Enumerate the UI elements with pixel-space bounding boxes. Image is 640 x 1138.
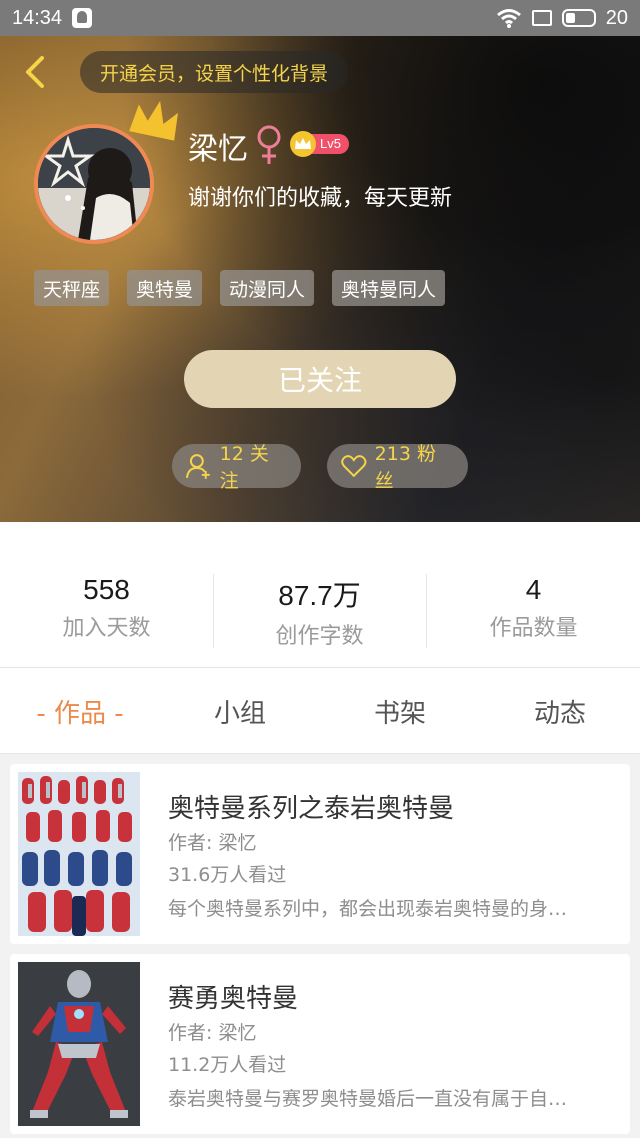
tag-item[interactable]: 天秤座 bbox=[34, 270, 110, 306]
work-author: 作者: 梁忆 bbox=[168, 1022, 257, 1044]
fans-button[interactable]: 213 粉丝 bbox=[327, 443, 468, 492]
stats-panel: 558 加入天数 87.7万 创作字数 4 作品数量 bbox=[0, 522, 640, 668]
tag-list: 天秤座 奥特曼 动漫同人 奥特曼同人 bbox=[34, 270, 446, 306]
work-author: 作者: 梁忆 bbox=[168, 832, 257, 854]
work-card[interactable]: 奥特曼系列之泰岩奥特曼 作者: 梁忆 31.6万人看过 每个奥特曼系列中，都会出… bbox=[10, 764, 630, 944]
profile-header: 开通会员，设置个性化背景 梁忆 Lv5 谢谢你们的收藏，每天更新 天秤座 奥特曼… bbox=[0, 36, 640, 522]
heart-icon bbox=[341, 455, 367, 478]
stat-label: 加入天数 bbox=[62, 616, 151, 641]
stat-label: 创作字数 bbox=[275, 624, 364, 649]
work-title: 奥特曼系列之泰岩奥特曼 bbox=[168, 794, 455, 824]
work-cover-image bbox=[18, 962, 140, 1126]
tab-groups[interactable]: 小组 bbox=[160, 668, 320, 754]
work-views: 11.2万人看过 bbox=[168, 1054, 287, 1076]
tab-activity[interactable]: 动态 bbox=[480, 668, 640, 754]
stat-value: 4 bbox=[525, 574, 542, 605]
status-time: 14:34 bbox=[12, 6, 63, 29]
avatar-image bbox=[38, 128, 150, 240]
username: 梁忆 bbox=[188, 132, 248, 167]
battery-level: 20 bbox=[605, 6, 628, 29]
following-count: 12 关注 bbox=[219, 443, 269, 492]
sim-icon bbox=[531, 10, 552, 26]
tag-item[interactable]: 奥特曼 bbox=[127, 270, 203, 306]
level-crown-icon bbox=[290, 131, 316, 157]
tag-item[interactable]: 动漫同人 bbox=[220, 270, 315, 306]
tag-item[interactable]: 奥特曼同人 bbox=[332, 270, 446, 306]
vip-banner-button[interactable]: 开通会员，设置个性化背景 bbox=[80, 51, 349, 93]
wifi-icon bbox=[496, 9, 521, 28]
battery-icon bbox=[561, 9, 596, 27]
female-icon bbox=[257, 125, 281, 164]
stat-join-days: 558 加入天数 bbox=[0, 574, 213, 642]
following-button[interactable]: 12 关注 bbox=[172, 443, 301, 492]
stat-value: 558 bbox=[83, 574, 130, 605]
avatar-wrapper[interactable] bbox=[34, 100, 179, 244]
tab-works[interactable]: - 作品 - bbox=[0, 668, 160, 754]
fans-count: 213 粉丝 bbox=[374, 443, 436, 492]
work-title: 赛勇奥特曼 bbox=[168, 984, 299, 1014]
work-card[interactable]: 赛勇奥特曼 作者: 梁忆 11.2万人看过 泰岩奥特曼与赛罗奥特曼婚后一直没有属… bbox=[10, 954, 630, 1134]
back-arrow-icon[interactable] bbox=[18, 54, 54, 90]
work-views: 31.6万人看过 bbox=[168, 864, 287, 886]
work-description: 泰岩奥特曼与赛罗奥特曼婚后一直没有属于自… bbox=[168, 1088, 568, 1110]
crown-icon bbox=[129, 100, 179, 141]
notification-app-icon bbox=[72, 8, 93, 28]
work-cover-image bbox=[18, 772, 140, 936]
status-bar: 14:34 20 bbox=[0, 0, 640, 36]
stat-works-count: 4 作品数量 bbox=[427, 574, 640, 642]
tab-bar: - 作品 - 小组 书架 动态 bbox=[0, 668, 640, 754]
work-description: 每个奥特曼系列中，都会出现泰岩奥特曼的身… bbox=[168, 898, 568, 920]
tab-bookshelf[interactable]: 书架 bbox=[320, 668, 480, 754]
stat-label: 作品数量 bbox=[489, 616, 578, 641]
stat-value: 87.7万 bbox=[278, 580, 361, 611]
stat-word-count: 87.7万 创作字数 bbox=[213, 574, 426, 650]
follow-button[interactable]: 已关注 bbox=[184, 350, 456, 408]
level-badge[interactable]: Lv5 bbox=[290, 131, 349, 157]
profile-signature: 谢谢你们的收藏，每天更新 bbox=[188, 186, 453, 211]
add-user-icon bbox=[186, 454, 210, 479]
